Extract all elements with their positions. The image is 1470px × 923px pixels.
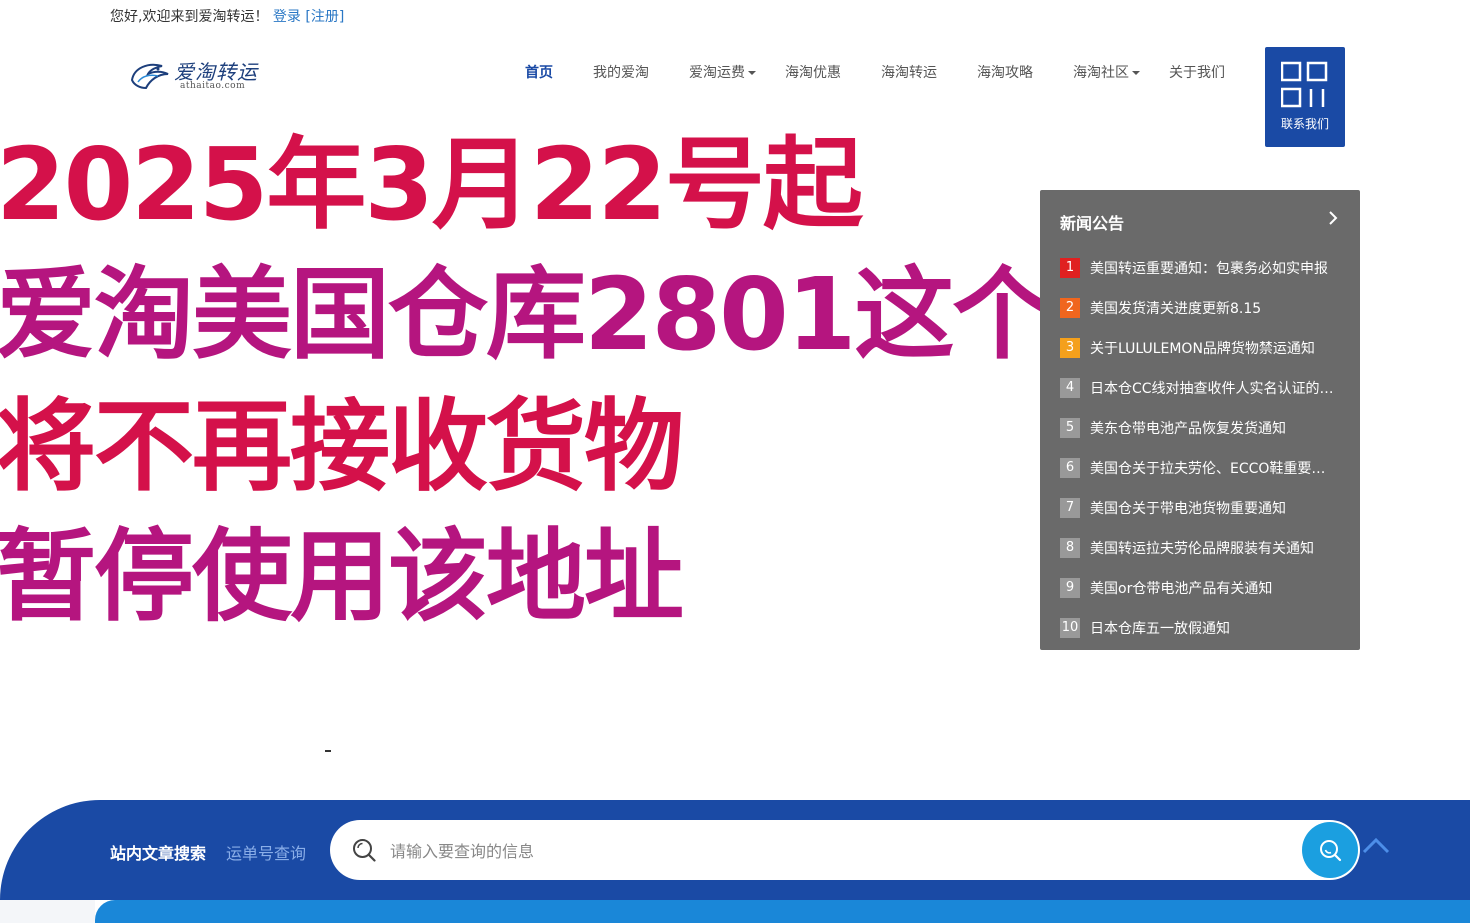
news-text: 美国仓关于带电池货物重要通知 xyxy=(1090,501,1286,517)
news-rank: 8 xyxy=(1060,538,1080,558)
news-text: 美国转运重要通知：包裹务必如实申报 xyxy=(1090,261,1328,277)
nav-label: 首页 xyxy=(525,65,553,81)
news-rank: 9 xyxy=(1060,578,1080,598)
news-text: 美国转运拉夫劳伦品牌服装有关通知 xyxy=(1090,541,1314,557)
news-text: 关于LULULEMON品牌货物禁运通知 xyxy=(1090,341,1315,357)
nav-label: 我的爱淘 xyxy=(593,65,649,81)
news-rank: 2 xyxy=(1060,298,1080,318)
search-box xyxy=(330,820,1360,880)
nav-label: 海淘转运 xyxy=(881,65,937,81)
nav-shipping-fee[interactable]: 爱淘运费 xyxy=(689,62,756,82)
register-link[interactable]: [注册] xyxy=(305,9,344,25)
news-text: 美国发货清关进度更新8.15 xyxy=(1090,301,1262,317)
news-text: 美国仓关于拉夫劳伦、ECCO鞋重要… xyxy=(1090,461,1326,477)
news-item[interactable]: 1 美国转运重要通知：包裹务必如实申报 xyxy=(1060,248,1350,288)
caret-down-icon xyxy=(748,71,756,75)
news-item[interactable]: 9 美国or仓带电池产品有关通知 xyxy=(1060,568,1350,608)
nav-label: 海淘攻略 xyxy=(977,65,1033,81)
news-item[interactable]: 7 美国仓关于带电池货物重要通知 xyxy=(1060,488,1350,528)
nav-label: 爱淘运费 xyxy=(689,65,745,81)
news-text: 美国or仓带电池产品有关通知 xyxy=(1090,581,1273,597)
grid-icon xyxy=(1281,61,1328,108)
news-list: 1 美国转运重要通知：包裹务必如实申报 2 美国发货清关进度更新8.15 3 关于LU… xyxy=(1060,248,1350,648)
news-item[interactable]: 6 美国仓关于拉夫劳伦、ECCO鞋重要… xyxy=(1060,448,1350,488)
nav-deals[interactable]: 海淘优惠 xyxy=(785,62,841,82)
top-bar: 您好,欢迎来到爱淘转运！ 登录 [注册] xyxy=(110,6,344,26)
news-item[interactable]: 4 日本仓CC线对抽查收件人实名认证的… xyxy=(1060,368,1350,408)
news-item[interactable]: 3 关于LULULEMON品牌货物禁运通知 xyxy=(1060,328,1350,368)
nav-label: 海淘社区 xyxy=(1073,65,1129,81)
caret-down-icon xyxy=(1132,71,1140,75)
banner-line: 爱淘美国仓库2801这个地址 xyxy=(0,256,1040,373)
news-rank: 10 xyxy=(1060,618,1080,638)
login-link[interactable]: 登录 xyxy=(273,9,301,25)
news-rank: 1 xyxy=(1060,258,1080,278)
site-logo[interactable]: 爱淘转运 athaitao.com xyxy=(128,56,268,96)
news-text: 日本仓库五一放假通知 xyxy=(1090,621,1230,637)
news-rank: 5 xyxy=(1060,418,1080,438)
contact-us-button[interactable]: 联系我们 xyxy=(1265,47,1345,147)
news-text: 美东仓带电池产品恢复发货通知 xyxy=(1090,421,1286,437)
news-item[interactable]: 10 日本仓库五一放假通知 xyxy=(1060,608,1350,648)
footer-strip xyxy=(95,900,1470,923)
footer-corner xyxy=(0,900,95,923)
search-icon xyxy=(353,839,376,862)
nav-label: 海淘优惠 xyxy=(785,65,841,81)
news-text: 日本仓CC线对抽查收件人实名认证的… xyxy=(1090,381,1334,397)
news-title: 新闻公告 xyxy=(1060,214,1125,233)
news-rank: 6 xyxy=(1060,458,1080,478)
nav-community[interactable]: 海淘社区 xyxy=(1073,62,1140,82)
news-item[interactable]: 5 美东仓带电池产品恢复发货通知 xyxy=(1060,408,1350,448)
search-input[interactable] xyxy=(388,834,1292,868)
nav-home[interactable]: 首页 xyxy=(525,62,553,82)
chevron-right-icon[interactable] xyxy=(1328,210,1338,226)
news-item[interactable]: 8 美国转运拉夫劳伦品牌服装有关通知 xyxy=(1060,528,1350,568)
banner-line: 暂停使用该地址 xyxy=(0,518,684,635)
news-rank: 3 xyxy=(1060,338,1080,358)
nav-about[interactable]: 关于我们 xyxy=(1169,62,1225,82)
nav-forwarding[interactable]: 海淘转运 xyxy=(881,62,937,82)
nav-label: 关于我们 xyxy=(1169,65,1225,81)
banner-line: 将不再接收货物 xyxy=(0,388,684,505)
tab-article-search[interactable]: 站内文章搜索 xyxy=(110,840,206,864)
banner-indicator[interactable] xyxy=(325,750,331,752)
logo-domain: athaitao.com xyxy=(180,81,246,91)
search-icon xyxy=(1320,840,1342,862)
hero-banner[interactable]: 2025年3月22号起 爱淘美国仓库2801这个地址 将不再接收货物 暂停使用该… xyxy=(0,130,1040,650)
banner-line: 2025年3月22号起 xyxy=(0,130,863,243)
news-item[interactable]: 2 美国发货清关进度更新8.15 xyxy=(1060,288,1350,328)
news-rank: 7 xyxy=(1060,498,1080,518)
greeting-text: 您好,欢迎来到爱淘转运！ xyxy=(110,9,269,25)
tab-tracking-search[interactable]: 运单号查询 xyxy=(226,840,306,864)
logo-bird-icon xyxy=(130,63,169,90)
back-to-top-icon[interactable] xyxy=(1362,835,1390,855)
search-button[interactable] xyxy=(1302,822,1358,878)
news-panel: 新闻公告 1 美国转运重要通知：包裹务必如实申报 2 美国发货清关进度更新8.15 … xyxy=(1040,190,1360,650)
nav-my-aitao[interactable]: 我的爱淘 xyxy=(593,62,649,82)
news-rank: 4 xyxy=(1060,378,1080,398)
nav-guides[interactable]: 海淘攻略 xyxy=(977,62,1033,82)
contact-label: 联系我们 xyxy=(1280,117,1329,131)
